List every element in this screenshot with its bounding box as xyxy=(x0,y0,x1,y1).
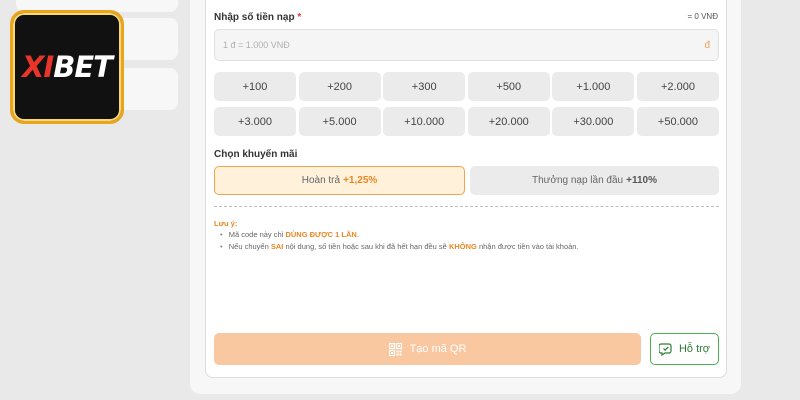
note-text: nhận được tiền vào tài khoản. xyxy=(478,242,579,251)
amount-button-50000[interactable]: +50.000 xyxy=(636,107,719,136)
currency-symbol: đ xyxy=(704,39,710,51)
note-highlight: DÙNG ĐƯỢC 1 LẦN xyxy=(285,230,357,239)
amount-button-10000[interactable]: +10.000 xyxy=(383,107,466,136)
amount-label-text: Nhập số tiền nạp xyxy=(214,12,295,23)
note-item: Mã code này chỉ DÙNG ĐƯỢC 1 LẦN. xyxy=(220,230,359,239)
amount-field[interactable]: đ xyxy=(214,29,719,61)
promo-option-cashback[interactable]: Hoàn trả +1,25% xyxy=(214,166,465,195)
xibet-logo: XIBET xyxy=(10,10,124,124)
amount-quick-grid: +100 +200 +300 +500 +1.000 +2.000 +3.000… xyxy=(214,72,719,136)
amount-button-3000[interactable]: +3.000 xyxy=(214,107,296,136)
note-text: Mã code này chỉ xyxy=(228,230,284,239)
logo-text-xi: XI xyxy=(22,50,54,84)
amount-button-2000[interactable]: +2.000 xyxy=(636,72,719,101)
notes-title: Lưu ý: xyxy=(214,219,238,228)
amount-button-1000[interactable]: +1.000 xyxy=(552,72,635,101)
amount-button-30000[interactable]: +30.000 xyxy=(552,107,635,136)
amount-button-5000[interactable]: +5.000 xyxy=(298,107,381,136)
support-button[interactable]: Hỗ trợ xyxy=(650,333,719,365)
amount-label: Nhập số tiền nạp * xyxy=(214,12,301,23)
promo-option-cashback-text: Hoàn trả xyxy=(301,175,341,186)
divider xyxy=(214,206,719,207)
amount-button-20000[interactable]: +20.000 xyxy=(467,107,550,136)
promo-option-first-deposit-text: Thưởng nạp lần đầu xyxy=(532,175,624,186)
promo-option-cashback-value: +1,25% xyxy=(343,175,378,186)
required-mark: * xyxy=(297,12,302,23)
promo-label: Chọn khuyến mãi xyxy=(214,149,298,160)
support-chat-icon xyxy=(658,343,672,356)
amount-button-200[interactable]: +200 xyxy=(298,72,381,101)
qr-code-icon xyxy=(388,342,402,356)
amount-button-100[interactable]: +100 xyxy=(214,72,296,101)
promo-option-first-deposit-value: +110% xyxy=(626,175,657,186)
promo-option-first-deposit[interactable]: Thưởng nạp lần đầu +110% xyxy=(470,166,719,195)
create-qr-button[interactable]: Tạo mã QR xyxy=(214,333,641,365)
amount-input[interactable] xyxy=(223,40,705,50)
note-highlight: SAI xyxy=(270,242,284,251)
note-highlight: KHÔNG xyxy=(448,242,477,251)
note-text: Nếu chuyển xyxy=(228,242,269,251)
support-label: Hỗ trợ xyxy=(678,343,711,355)
note-item: Nếu chuyển SAI nội dung, số tiền hoặc sa… xyxy=(220,242,579,251)
logo-text-bet: BET xyxy=(53,50,113,84)
deposit-panel: Nhập số tiền nạp * = 0 VNĐ đ +100 +200 +… xyxy=(205,0,727,378)
amount-button-300[interactable]: +300 xyxy=(383,72,466,101)
note-text: . xyxy=(356,230,359,239)
create-qr-label: Tạo mã QR xyxy=(409,343,467,355)
amount-button-500[interactable]: +500 xyxy=(467,72,550,101)
note-text: nội dung, số tiền hoặc sau khi đã hết hạ… xyxy=(285,242,447,251)
total-vnd: = 0 VNĐ xyxy=(687,12,718,21)
